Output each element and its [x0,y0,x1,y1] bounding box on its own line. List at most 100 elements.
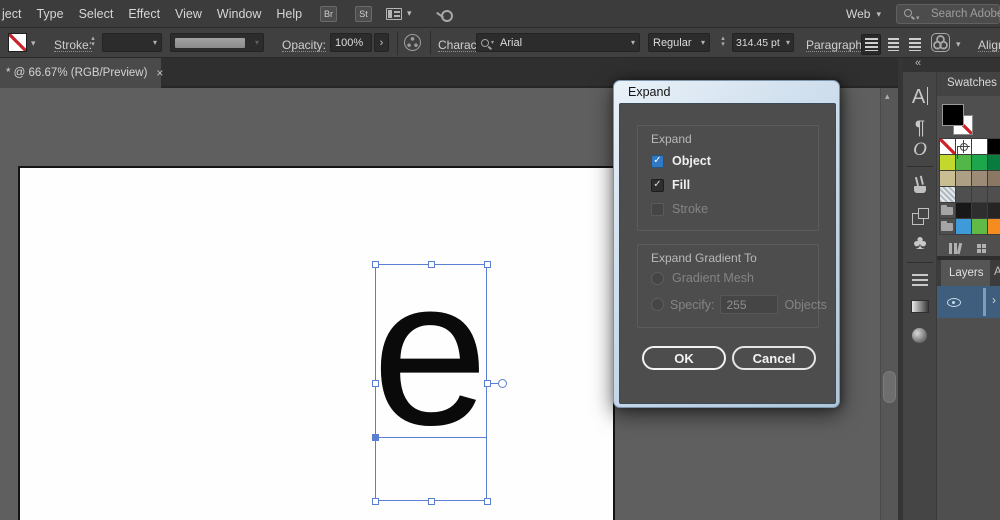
selection-handle[interactable] [484,498,491,505]
character-panel-icon[interactable]: A [903,86,937,109]
recolor-artwork-icon[interactable] [404,34,421,51]
scroll-up-icon[interactable]: ▴ [885,91,890,102]
center-point-handle[interactable] [498,379,507,388]
selection-handle[interactable] [372,498,379,505]
gradient-panel-icon[interactable] [911,300,929,313]
align-label[interactable]: Align [978,39,1000,52]
layer-expand-icon[interactable]: › [992,293,996,307]
menu-item-type[interactable]: Type [36,7,63,21]
selection-handle[interactable] [428,261,435,268]
layers-panel-icon[interactable] [912,274,928,286]
warp-options-icon[interactable] [931,33,950,52]
paragraph-panel-icon[interactable]: ¶ [903,118,937,140]
font-size-stepper[interactable]: ▴ ▾ [718,36,728,48]
warp-chevron-icon[interactable]: ▾ [956,39,961,50]
fill-none-swatch[interactable] [8,33,27,52]
tab-artboards[interactable]: Artboards [994,266,1000,278]
artboard [18,166,615,520]
selection-handle[interactable] [484,380,491,387]
opacity-popup-button[interactable]: › [374,33,389,52]
swatch[interactable] [988,171,1000,186]
align-right-button[interactable] [905,34,925,55]
cancel-button[interactable]: Cancel [732,346,816,370]
fill-checkbox[interactable]: ✓ [651,179,664,192]
swatch[interactable] [956,203,971,218]
swatch[interactable] [972,203,987,218]
brushes-panel-icon[interactable] [912,178,928,194]
baseline-anchor-handle[interactable] [372,434,379,441]
swatch[interactable] [940,187,955,202]
search-input[interactable]: ▾ Search Adobe [896,4,1000,24]
swatch-kinds-icon[interactable] [977,244,986,253]
workspace-switcher[interactable]: Web ▾ [846,0,881,28]
align-left-button[interactable] [861,34,881,55]
fill-proxy-swatch[interactable] [942,104,964,126]
swatch[interactable] [988,139,1000,154]
transparency-panel-icon[interactable] [912,328,927,343]
selection-handle[interactable] [428,498,435,505]
tab-layers[interactable]: Layers [941,260,990,286]
swatch[interactable] [956,155,971,170]
swatch[interactable] [988,219,1000,234]
swatch[interactable] [940,139,955,154]
swatch[interactable] [940,203,955,218]
stroke-weight-dropdown[interactable]: ▾ [102,33,162,52]
paragraph-label[interactable]: Paragraph: [806,39,865,52]
stepper-down-icon[interactable]: ▾ [721,42,725,48]
share-icon[interactable] [436,7,451,20]
font-family-dropdown[interactable]: ▾ Arial ▾ [476,33,640,52]
visibility-eye-icon[interactable] [947,298,961,307]
fill-option-row: ✓ Fill [651,178,690,192]
swatch-libraries-icon[interactable] [949,243,962,254]
swatch[interactable] [988,155,1000,170]
width-profile-dropdown[interactable]: ▾ [170,33,264,52]
stroke-label[interactable]: Stroke: [54,39,92,52]
opacity-field[interactable]: 100% [330,33,372,52]
swatch[interactable] [956,171,971,186]
swatch[interactable] [972,139,987,154]
swatch[interactable] [956,139,971,154]
menu-item-object[interactable]: ject [2,7,21,21]
stroke-weight-stepper[interactable]: ▴ ▾ [88,36,98,48]
ok-button[interactable]: OK [642,346,726,370]
chevron-down-icon: ▾ [701,38,705,47]
arrange-documents-icon[interactable] [386,8,402,20]
swatch[interactable] [972,155,987,170]
opentype-panel-icon[interactable]: O [903,139,937,161]
swatch[interactable] [940,155,955,170]
selection-handle[interactable] [484,261,491,268]
object-checkbox[interactable]: ✓ [651,155,664,168]
bridge-button[interactable]: Br [320,6,337,22]
scrollbar-thumb[interactable] [883,371,896,403]
font-style-dropdown[interactable]: Regular ▾ [648,33,710,52]
swatch[interactable] [988,203,1000,218]
swatch[interactable] [940,171,955,186]
menu-item-select[interactable]: Select [79,7,114,21]
menu-item-effect[interactable]: Effect [128,7,160,21]
swatch[interactable] [956,219,971,234]
font-size-dropdown[interactable]: 314.45 pt ▾ [732,33,794,52]
swatch[interactable] [972,219,987,234]
layer-row-selected[interactable]: › [937,286,1000,318]
vertical-scrollbar[interactable]: ▴ [880,88,898,520]
stock-button[interactable]: St [355,6,372,22]
tab-swatches[interactable]: Swatches [947,77,997,89]
swatch[interactable] [972,171,987,186]
font-search-chevron-icon: ▾ [491,39,494,46]
tab-close-icon[interactable]: × [156,66,163,80]
collapse-panels-icon[interactable]: « [915,57,921,69]
selection-handle[interactable] [372,380,379,387]
artboards-panel-icon[interactable] [912,208,928,224]
opacity-label[interactable]: Opacity: [282,39,326,52]
stepper-down-icon[interactable]: ▾ [91,42,95,48]
menu-item-view[interactable]: View [175,7,202,21]
selection-handle[interactable] [372,261,379,268]
arrange-documents-chevron-icon[interactable]: ▾ [407,8,412,19]
symbols-panel-icon[interactable]: ♣ [903,232,937,255]
swatch[interactable] [940,219,955,234]
menu-item-help[interactable]: Help [276,7,302,21]
fill-chevron-icon[interactable]: ▾ [31,38,36,49]
align-center-button[interactable] [883,34,903,55]
document-tab[interactable]: * @ 66.67% (RGB/Preview) × [0,58,161,88]
menu-item-window[interactable]: Window [217,7,261,21]
